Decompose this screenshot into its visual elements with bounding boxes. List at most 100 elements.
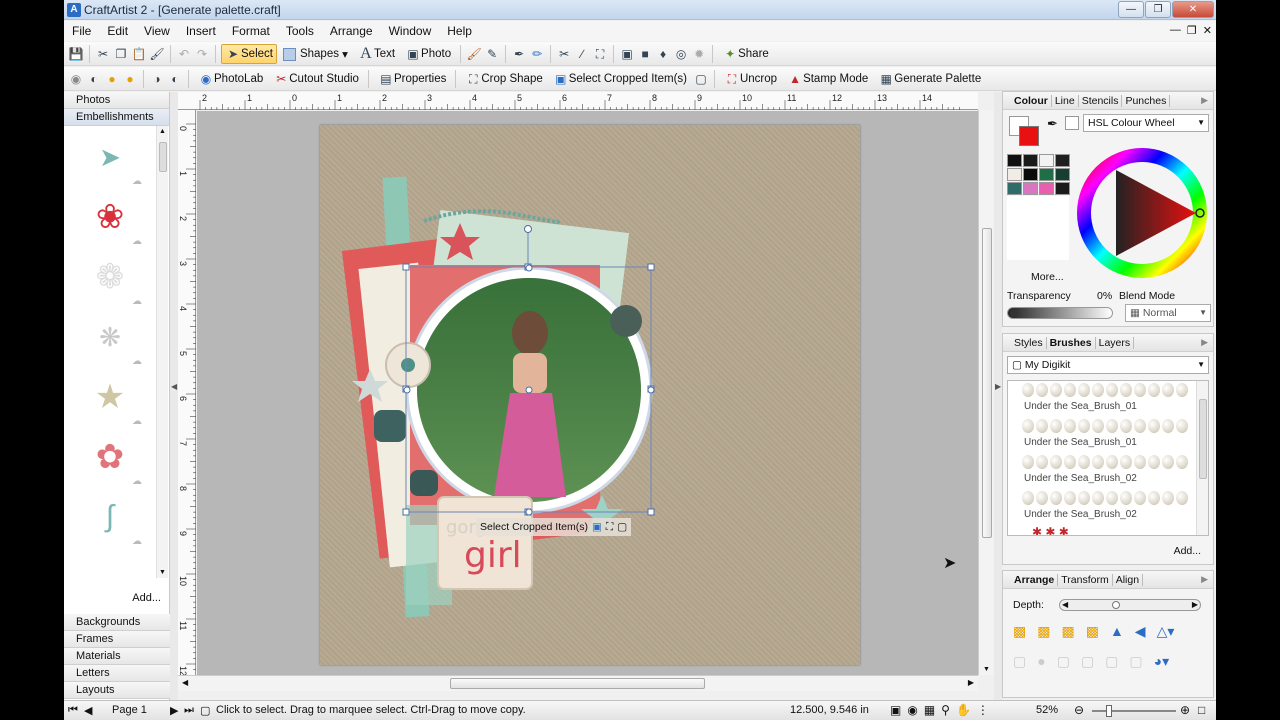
handle-ne[interactable] xyxy=(647,263,655,271)
palette-swatch[interactable] xyxy=(1007,182,1022,195)
bulb-icon[interactable]: ◎ xyxy=(673,46,689,62)
palette-swatch[interactable] xyxy=(1039,182,1054,195)
palette-swatch[interactable] xyxy=(1023,154,1038,167)
brush-item[interactable]: Under the Sea_Brush_01 xyxy=(1012,417,1192,453)
page-canvas[interactable]: gorg girl Select Cropped Item(s) ▣ ⛶ ▢ ➤ xyxy=(197,111,978,675)
generate-palette-button[interactable]: ▦ Generate Palette xyxy=(874,69,985,89)
add-brush-link[interactable]: Add... xyxy=(1174,545,1201,557)
scroll-down-icon[interactable]: ▼ xyxy=(159,569,166,576)
fill-colour-swatch[interactable] xyxy=(1019,126,1039,146)
select-tool-button[interactable]: ➤ Select xyxy=(221,44,277,64)
doc-minimize-icon[interactable]: — xyxy=(1170,24,1181,37)
palette-swatch[interactable] xyxy=(1039,168,1054,181)
depth-slider[interactable]: ◀ ▶ xyxy=(1059,599,1201,611)
embellishment-item[interactable]: ✿ ☁ xyxy=(72,430,150,490)
gallery-scrollbar[interactable]: ▲ ▼ xyxy=(156,126,168,578)
panel-splitter[interactable]: ▶ xyxy=(994,92,1002,700)
palette-swatch[interactable] xyxy=(1007,154,1022,167)
transparency-slider-thumb[interactable] xyxy=(1010,309,1018,317)
sphere-icon[interactable]: ● xyxy=(104,71,120,87)
scroll-down-icon[interactable]: ▼ xyxy=(983,666,990,673)
zoom-menu-icon[interactable]: ⋮ xyxy=(977,703,989,717)
horizontal-ruler[interactable]: 2 1 0 1 2 3 4 5 6 7 8 9 10 11 12 13 14 xyxy=(178,92,978,110)
crop-node-center[interactable] xyxy=(525,386,533,394)
crop-shape-button[interactable]: ⛶ Crop Shape xyxy=(461,69,546,89)
send-backward-icon[interactable]: ▩ xyxy=(1061,623,1074,640)
scissors-icon[interactable]: ✂ xyxy=(556,46,572,62)
tab-photos[interactable]: Photos xyxy=(64,92,169,109)
knife-icon[interactable]: ∕ xyxy=(574,46,590,62)
cut-icon[interactable]: ✂ xyxy=(95,46,111,62)
tooltip-crop-icon[interactable]: ⛶ xyxy=(606,521,613,534)
tab-align[interactable]: Align xyxy=(1113,573,1144,586)
sphere-2-icon[interactable]: ● xyxy=(122,71,138,87)
handle-se[interactable] xyxy=(647,508,655,516)
teal-gem[interactable] xyxy=(374,410,406,442)
menu-file[interactable]: File xyxy=(64,21,99,41)
eyedropper-icon[interactable]: ✒ xyxy=(1047,116,1058,132)
tab-frames[interactable]: Frames xyxy=(64,631,170,648)
text-tool-button[interactable]: A Text xyxy=(354,44,399,64)
depth-left-icon[interactable]: ◀ xyxy=(1062,600,1068,609)
merge-icon[interactable]: ▢ xyxy=(1057,653,1070,670)
menu-window[interactable]: Window xyxy=(381,21,440,41)
more-colours-link[interactable]: More... xyxy=(1031,271,1064,283)
tab-stencils[interactable]: Stencils xyxy=(1079,94,1123,107)
menu-help[interactable]: Help xyxy=(439,21,480,41)
canvas-vertical-scrollbar[interactable]: ▼ xyxy=(978,110,994,675)
properties-button[interactable]: ▤ Properties xyxy=(374,69,450,89)
tab-materials[interactable]: Materials xyxy=(64,648,170,665)
tab-styles[interactable]: Styles xyxy=(1011,336,1047,349)
crop-icon[interactable]: ⛶ xyxy=(592,46,608,62)
group-icon[interactable]: ▢ xyxy=(1013,653,1026,670)
palette-swatch[interactable] xyxy=(1023,168,1038,181)
zoom-slider-thumb[interactable] xyxy=(1106,705,1112,717)
panel-menu-icon[interactable]: ▶ xyxy=(1201,574,1208,585)
menu-edit[interactable]: Edit xyxy=(99,21,136,41)
pencil-icon[interactable]: ✏ xyxy=(529,46,545,62)
scroll-left-icon[interactable]: ◀ xyxy=(182,678,188,687)
restore-button[interactable]: ❐ xyxy=(1145,1,1171,18)
gallery-splitter[interactable]: ◀ xyxy=(170,92,178,700)
tooltip-options-icon[interactable]: ▢ xyxy=(617,521,627,533)
brush-item[interactable]: Under the Sea_Brush_02 xyxy=(1012,489,1192,525)
zoom-out-icon[interactable]: ⊖ xyxy=(1074,703,1084,717)
last-page-icon[interactable]: ⏭ xyxy=(184,704,194,717)
palette-swatch[interactable] xyxy=(1055,168,1070,181)
fill-icon[interactable]: ♦ xyxy=(655,46,671,62)
brush-gallery-scrollbar[interactable] xyxy=(1196,381,1208,535)
tab-brushes[interactable]: Brushes xyxy=(1047,336,1096,349)
embellishment-item[interactable]: ❁ ☁ xyxy=(72,250,150,310)
palette-swatch[interactable] xyxy=(1055,154,1070,167)
redo-icon[interactable]: ↷ xyxy=(194,46,210,62)
flip-vertical-icon[interactable]: ◀ xyxy=(1135,623,1146,640)
bring-to-front-icon[interactable]: ▩ xyxy=(1013,623,1026,640)
palette-swatch[interactable] xyxy=(1039,154,1054,167)
embellishment-item[interactable]: ★ ☁ xyxy=(72,370,150,430)
preview-icon[interactable]: ◉ xyxy=(907,703,917,717)
tab-punches[interactable]: Punches xyxy=(1122,94,1171,107)
send-to-back-icon[interactable]: ▩ xyxy=(1086,623,1099,640)
menu-view[interactable]: View xyxy=(136,21,178,41)
zoom-in-icon[interactable]: ⊕ xyxy=(1180,703,1190,717)
doc-close-icon[interactable]: ✕ xyxy=(1203,24,1212,37)
tab-embellishments[interactable]: Embellishments xyxy=(64,109,169,126)
tooltip-select-icon[interactable]: ▣ xyxy=(592,521,602,533)
tab-letters[interactable]: Letters xyxy=(64,665,170,682)
effects-icon[interactable]: ✹ xyxy=(691,46,707,62)
zoom-tool-icon[interactable]: ⚲ xyxy=(941,703,950,717)
tab-backgrounds[interactable]: Backgrounds xyxy=(64,614,170,631)
close-button[interactable]: ✕ xyxy=(1172,1,1214,18)
scroll-right-icon[interactable]: ▶ xyxy=(968,678,974,687)
teal-gem-small[interactable] xyxy=(410,470,438,496)
panel-menu-icon[interactable]: ▶ xyxy=(1201,337,1208,348)
crop-node-top[interactable] xyxy=(525,264,533,272)
crop-node-left[interactable] xyxy=(403,386,411,394)
menu-insert[interactable]: Insert xyxy=(178,21,224,41)
embellishment-item[interactable]: ➤ ☁ xyxy=(72,130,150,190)
select-cropped-button[interactable]: ▣ Select Cropped Item(s) xyxy=(549,69,691,89)
paste-icon[interactable]: 📋 xyxy=(131,46,147,62)
doc-restore-icon[interactable]: ❐ xyxy=(1187,24,1197,37)
page-indicator[interactable]: Page 1 xyxy=(112,704,147,716)
tab-transform[interactable]: Transform xyxy=(1058,573,1113,586)
